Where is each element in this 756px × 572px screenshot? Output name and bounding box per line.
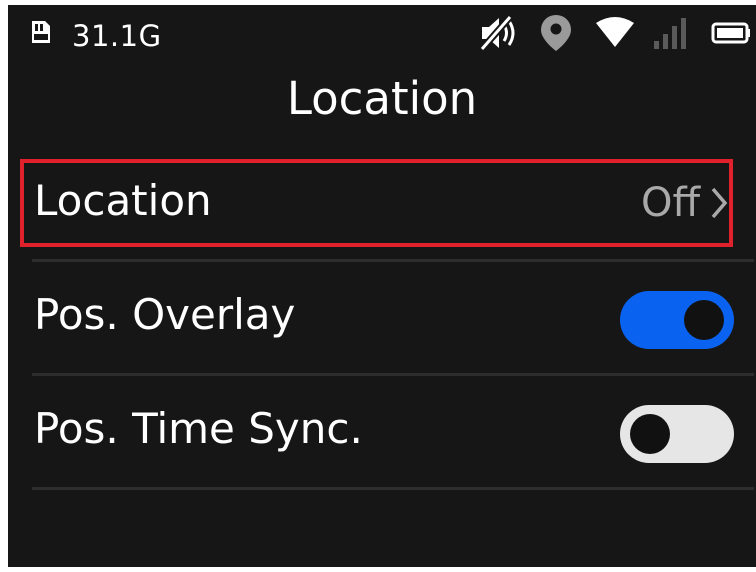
location-row[interactable]: Location Off bbox=[32, 159, 754, 247]
toggle-knob bbox=[630, 414, 670, 454]
chevron-right-icon bbox=[711, 187, 728, 219]
location-pin-icon bbox=[541, 15, 571, 51]
mute-icon bbox=[479, 14, 515, 52]
pos-overlay-toggle[interactable] bbox=[620, 291, 734, 349]
wifi-icon bbox=[596, 17, 634, 47]
pos-time-sync-row[interactable]: Pos. Time Sync. bbox=[32, 377, 754, 489]
storage-remaining: 31.1G bbox=[72, 19, 162, 53]
pos-time-sync-toggle[interactable] bbox=[620, 405, 734, 463]
divider bbox=[32, 259, 754, 262]
location-value: Off bbox=[640, 180, 700, 226]
battery-icon bbox=[711, 22, 750, 44]
pos-time-sync-label: Pos. Time Sync. bbox=[34, 404, 363, 453]
divider bbox=[32, 487, 754, 490]
location-label: Location bbox=[34, 176, 212, 225]
sd-card-icon bbox=[32, 21, 50, 43]
cellular-signal-icon bbox=[654, 18, 686, 49]
location-settings-screen: 31.1G Location Location Off Pos. Overlay… bbox=[8, 5, 756, 567]
divider bbox=[32, 373, 754, 376]
status-bar: 31.1G bbox=[8, 5, 756, 67]
page-title: Location bbox=[286, 72, 478, 125]
toggle-knob bbox=[684, 300, 724, 340]
pos-overlay-label: Pos. Overlay bbox=[34, 290, 296, 339]
pos-overlay-row[interactable]: Pos. Overlay bbox=[32, 263, 754, 375]
